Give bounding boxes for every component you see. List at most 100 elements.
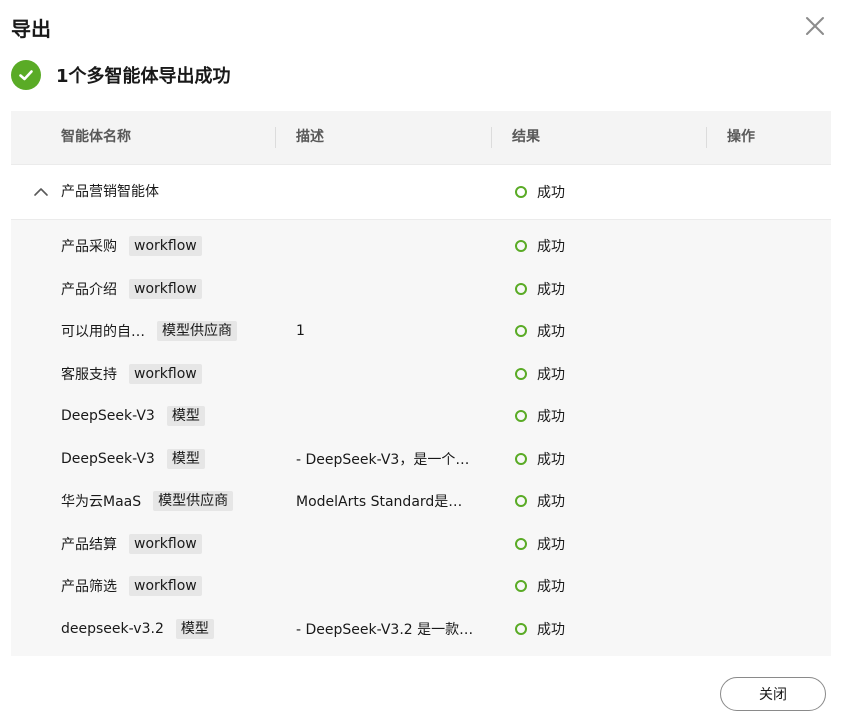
- result-cell: 成功: [515, 608, 565, 651]
- agent-name: DeepSeek-V3: [61, 450, 155, 467]
- result-cell: 成功: [515, 395, 565, 438]
- description-cell: [296, 523, 486, 566]
- agent-name-cell: 产品结算 workflow: [61, 523, 202, 566]
- description-cell: - DeepSeek-V3.2 是一款…: [296, 621, 474, 638]
- result-text: 成功: [537, 451, 565, 468]
- agent-name: 产品结算: [61, 536, 117, 553]
- child-rows: 产品采购 workflow 成功 产品介绍 workflow 成功 可以用的自… 模型供应商 1…: [11, 225, 831, 650]
- agent-type-tag: workflow: [129, 363, 202, 384]
- success-banner: 1个多智能体导出成功: [11, 60, 231, 90]
- agent-type-tag: 模型: [166, 406, 205, 427]
- column-divider: [491, 127, 492, 148]
- agent-name: 华为云MaaS: [61, 494, 142, 511]
- chevron-up-icon[interactable]: [33, 184, 49, 200]
- check-circle-icon: [11, 60, 41, 90]
- agent-name-cell: 可以用的自… 模型供应商: [61, 310, 237, 353]
- column-header-description: 描述: [296, 129, 324, 145]
- agent-type-tag: workflow: [129, 236, 202, 257]
- description-cell: 1: [296, 323, 305, 340]
- table-header: 智能体名称 描述 结果 操作: [11, 111, 831, 165]
- agent-name-cell: 产品筛选 workflow: [61, 565, 202, 608]
- result-cell: 成功: [515, 310, 565, 353]
- table-row: DeepSeek-V3 模型 成功: [11, 395, 831, 438]
- close-icon[interactable]: [803, 14, 827, 38]
- table-row: 华为云MaaS 模型供应商 ModelArts Standard是… 成功: [11, 480, 831, 523]
- result-cell: 成功: [515, 438, 565, 481]
- result-cell: 成功: [515, 523, 565, 566]
- status-dot-icon: [515, 452, 527, 465]
- agent-name-cell: 产品介绍 workflow: [61, 268, 202, 311]
- agent-type-tag: 模型: [166, 448, 205, 469]
- description-cell: [296, 225, 486, 268]
- table-row: 客服支持 workflow 成功: [11, 353, 831, 396]
- table-row: DeepSeek-V3 模型 - DeepSeek-V3，是一个… 成功: [11, 438, 831, 481]
- result-text: 成功: [537, 185, 565, 201]
- column-divider: [706, 127, 707, 148]
- result-text: 成功: [537, 366, 565, 383]
- description-cell: [296, 565, 486, 608]
- table-row: deepseek-v3.2 模型 - DeepSeek-V3.2 是一款… 成功: [11, 608, 831, 651]
- agent-name: 产品采购: [61, 239, 117, 256]
- status-dot-icon: [515, 186, 527, 198]
- description-cell: [296, 353, 486, 396]
- agent-type-tag: workflow: [129, 576, 202, 597]
- agent-name: 客服支持: [61, 366, 117, 383]
- agent-name-cell: 产品采购 workflow: [61, 225, 202, 268]
- status-dot-icon: [515, 537, 527, 550]
- close-button[interactable]: 关闭: [720, 677, 826, 711]
- status-dot-icon: [515, 282, 527, 295]
- dialog-title: 导出: [11, 17, 51, 41]
- status-dot-icon: [515, 410, 527, 423]
- column-header-action: 操作: [727, 129, 755, 145]
- agent-name: 产品介绍: [61, 281, 117, 298]
- column-header-result: 结果: [512, 129, 540, 145]
- status-dot-icon: [515, 495, 527, 508]
- status-dot-icon: [515, 622, 527, 635]
- result-text: 成功: [537, 239, 565, 256]
- table-row: 可以用的自… 模型供应商 1 成功: [11, 310, 831, 353]
- agent-name: DeepSeek-V3: [61, 408, 155, 425]
- agent-name: 产品筛选: [61, 579, 117, 596]
- result-text: 成功: [537, 536, 565, 553]
- description-cell: - DeepSeek-V3，是一个…: [296, 451, 470, 468]
- result-cell: 成功: [515, 480, 565, 523]
- status-dot-icon: [515, 580, 527, 593]
- result-text: 成功: [537, 281, 565, 298]
- table-row: 产品结算 workflow 成功: [11, 523, 831, 566]
- agent-type-tag: workflow: [129, 278, 202, 299]
- agent-type-tag: 模型供应商: [153, 491, 234, 512]
- result-cell: 成功: [515, 225, 565, 268]
- agent-name-cell: 客服支持 workflow: [61, 353, 202, 396]
- group-name: 产品营销智能体: [61, 184, 159, 200]
- agent-name-cell: DeepSeek-V3 模型: [61, 395, 205, 438]
- result-cell: 成功: [515, 353, 565, 396]
- group-row[interactable]: 产品营销智能体 成功: [11, 165, 831, 220]
- description-cell: ModelArts Standard是…: [296, 494, 463, 511]
- result-cell: 成功: [515, 565, 565, 608]
- export-results-table: 智能体名称 描述 结果 操作 产品营销智能体 成功 产品采购 workflow 成功…: [11, 111, 831, 656]
- result-text: 成功: [537, 621, 565, 638]
- group-result: 成功: [515, 165, 565, 219]
- agent-name: deepseek-v3.2: [61, 620, 164, 637]
- column-header-name: 智能体名称: [61, 129, 131, 145]
- agent-name: 可以用的自…: [61, 324, 145, 341]
- agent-type-tag: workflow: [129, 533, 202, 554]
- agent-name-cell: 华为云MaaS 模型供应商: [61, 480, 234, 523]
- status-dot-icon: [515, 325, 527, 338]
- agent-type-tag: 模型: [175, 618, 214, 639]
- table-row: 产品筛选 workflow 成功: [11, 565, 831, 608]
- agent-name-cell: deepseek-v3.2 模型: [61, 608, 214, 651]
- status-dot-icon: [515, 240, 527, 253]
- result-cell: 成功: [515, 268, 565, 311]
- description-cell: [296, 268, 486, 311]
- success-message: 1个多智能体导出成功: [56, 66, 231, 87]
- result-text: 成功: [537, 494, 565, 511]
- result-text: 成功: [537, 409, 565, 426]
- description-cell: [296, 395, 486, 438]
- table-row: 产品介绍 workflow 成功: [11, 268, 831, 311]
- agent-type-tag: 模型供应商: [157, 321, 237, 342]
- column-divider: [275, 127, 276, 148]
- table-row: 产品采购 workflow 成功: [11, 225, 831, 268]
- status-dot-icon: [515, 367, 527, 380]
- agent-name-cell: DeepSeek-V3 模型: [61, 438, 205, 481]
